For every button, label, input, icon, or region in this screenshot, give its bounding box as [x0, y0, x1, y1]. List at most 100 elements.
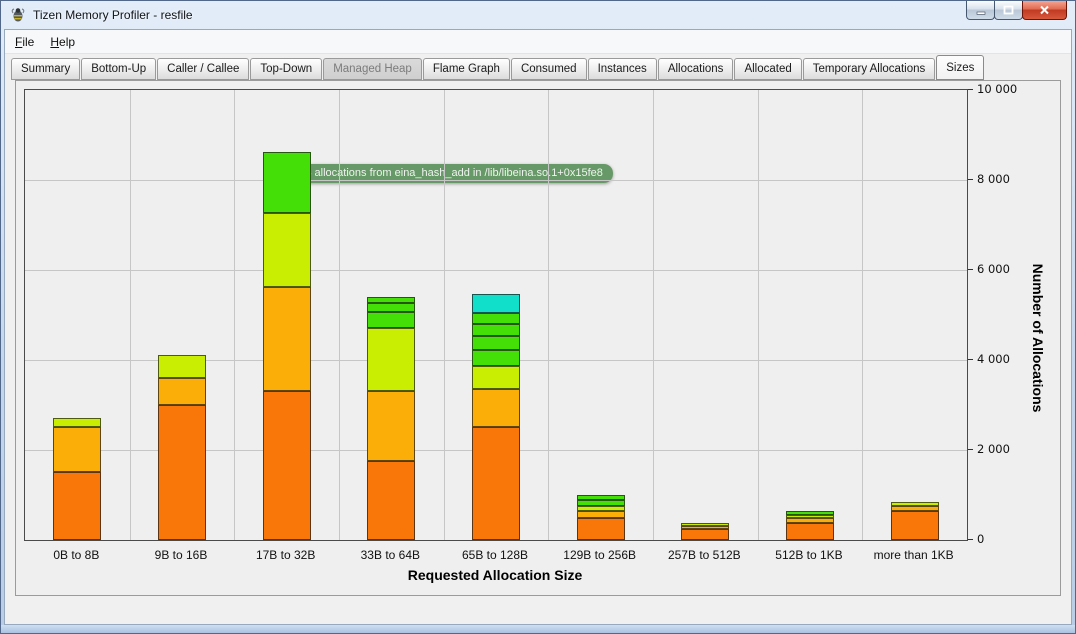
title-bar[interactable]: Tizen Memory Profiler - resfile — [1, 1, 1075, 29]
bar-segment[interactable] — [367, 391, 415, 461]
y-tick-label: 10 000 — [977, 82, 1017, 96]
bar-segment[interactable] — [158, 355, 206, 378]
bar-segment[interactable] — [472, 427, 520, 540]
y-tick-label: 0 — [977, 532, 984, 546]
bar-segment[interactable] — [263, 213, 311, 287]
gridline-vertical — [444, 90, 445, 540]
minimize-icon — [976, 6, 986, 15]
x-category-label: more than 1KB — [874, 548, 954, 562]
y-tick-mark — [968, 89, 973, 90]
tooltip-text: allocations from eina_hash_add in /lib/l… — [311, 167, 602, 179]
window-bottom-frame — [1, 625, 1075, 633]
x-category-label: 129B to 256B — [563, 548, 636, 562]
y-tick-label: 6 000 — [977, 262, 1010, 276]
tab-allocations[interactable]: Allocations — [658, 58, 734, 80]
bar-segment[interactable] — [681, 523, 729, 526]
gridline-vertical — [653, 90, 654, 540]
bar-segment[interactable] — [891, 511, 939, 540]
plot-area: 1348 allocations from eina_hash_add in /… — [24, 89, 968, 541]
bar-segment[interactable] — [472, 366, 520, 389]
window-controls — [967, 1, 1067, 20]
bar-segment[interactable] — [158, 405, 206, 540]
bar-segment[interactable] — [577, 500, 625, 506]
bar-segment[interactable] — [53, 427, 101, 472]
tab-flame-graph[interactable]: Flame Graph — [423, 58, 510, 80]
tab-bar: SummaryBottom-UpCaller / CalleeTop-DownM… — [11, 54, 1065, 80]
bar-segment[interactable] — [577, 506, 625, 511]
bar-segment[interactable] — [786, 523, 834, 540]
menu-bar: FileHelp — [5, 30, 1071, 54]
bar-segment[interactable] — [263, 152, 311, 213]
gridline-vertical — [758, 90, 759, 540]
bar-segment[interactable] — [367, 297, 415, 303]
menu-item-help[interactable]: Help — [42, 32, 83, 52]
app-window: Tizen Memory Profiler - resfile FileHelp… — [0, 0, 1076, 634]
gridline-vertical — [234, 90, 235, 540]
y-tick-label: 8 000 — [977, 172, 1010, 186]
bar-segment[interactable] — [367, 461, 415, 540]
tab-allocated[interactable]: Allocated — [734, 58, 801, 80]
bar-segment[interactable] — [472, 350, 520, 366]
gridline-vertical — [862, 90, 863, 540]
x-category-label: 33B to 64B — [361, 548, 420, 562]
x-category-label: 17B to 32B — [256, 548, 315, 562]
bar-segment[interactable] — [53, 418, 101, 427]
bar-segment[interactable] — [577, 495, 625, 500]
bar-segment[interactable] — [158, 378, 206, 405]
gridline-vertical — [548, 90, 549, 540]
bar-segment[interactable] — [786, 515, 834, 518]
tab-top-down[interactable]: Top-Down — [250, 58, 322, 80]
maximize-icon — [1003, 5, 1014, 15]
bar-segment[interactable] — [263, 391, 311, 540]
minimize-button[interactable] — [966, 1, 995, 20]
bar-segment[interactable] — [472, 389, 520, 427]
maximize-button[interactable] — [994, 1, 1023, 20]
tab-caller-callee[interactable]: Caller / Callee — [157, 58, 249, 80]
chart-panel: 1348 allocations from eina_hash_add in /… — [15, 80, 1061, 596]
y-tick-mark — [968, 269, 973, 270]
y-tick-mark — [968, 359, 973, 360]
app-icon — [10, 7, 26, 23]
y-tick-mark — [968, 179, 973, 180]
bar-segment[interactable] — [263, 287, 311, 391]
bar-segment[interactable] — [786, 511, 834, 515]
bar-segment[interactable] — [681, 526, 729, 529]
bar-segment[interactable] — [472, 313, 520, 324]
tab-sizes[interactable]: Sizes — [936, 55, 984, 80]
tab-temporary-allocations[interactable]: Temporary Allocations — [803, 58, 936, 80]
bar-segment[interactable] — [681, 529, 729, 540]
bar-segment[interactable] — [786, 518, 834, 523]
bar-segment[interactable] — [891, 506, 939, 511]
tab-consumed[interactable]: Consumed — [511, 58, 587, 80]
window-title: Tizen Memory Profiler - resfile — [33, 8, 193, 22]
tab-summary[interactable]: Summary — [11, 58, 80, 80]
bar-segment[interactable] — [577, 511, 625, 518]
bar-segment[interactable] — [367, 312, 415, 328]
x-category-label: 9B to 16B — [155, 548, 208, 562]
close-button[interactable] — [1022, 1, 1067, 20]
y-tick-mark — [968, 449, 973, 450]
x-category-label: 0B to 8B — [53, 548, 99, 562]
bar-segment[interactable] — [367, 303, 415, 312]
gridline-vertical — [339, 90, 340, 540]
gridline-vertical — [130, 90, 131, 540]
tab-instances[interactable]: Instances — [588, 58, 657, 80]
gridline-horizontal — [25, 180, 967, 181]
bar-segment[interactable] — [577, 518, 625, 540]
bar-segment[interactable] — [472, 294, 520, 313]
close-icon — [1039, 5, 1050, 15]
bar-segment[interactable] — [472, 324, 520, 336]
y-tick-mark — [968, 539, 973, 540]
x-category-label: 512B to 1KB — [775, 548, 842, 562]
x-category-label: 257B to 512B — [668, 548, 741, 562]
y-tick-label: 4 000 — [977, 352, 1010, 366]
menu-item-file[interactable]: File — [7, 32, 42, 52]
x-category-label: 65B to 128B — [462, 548, 528, 562]
x-axis-label: Requested Allocation Size — [408, 567, 583, 583]
client-area: FileHelp SummaryBottom-UpCaller / Callee… — [4, 29, 1072, 625]
bar-segment[interactable] — [472, 336, 520, 350]
bar-segment[interactable] — [367, 328, 415, 391]
bar-segment[interactable] — [891, 502, 939, 506]
bar-segment[interactable] — [53, 472, 101, 540]
tab-bottom-up[interactable]: Bottom-Up — [81, 58, 156, 80]
